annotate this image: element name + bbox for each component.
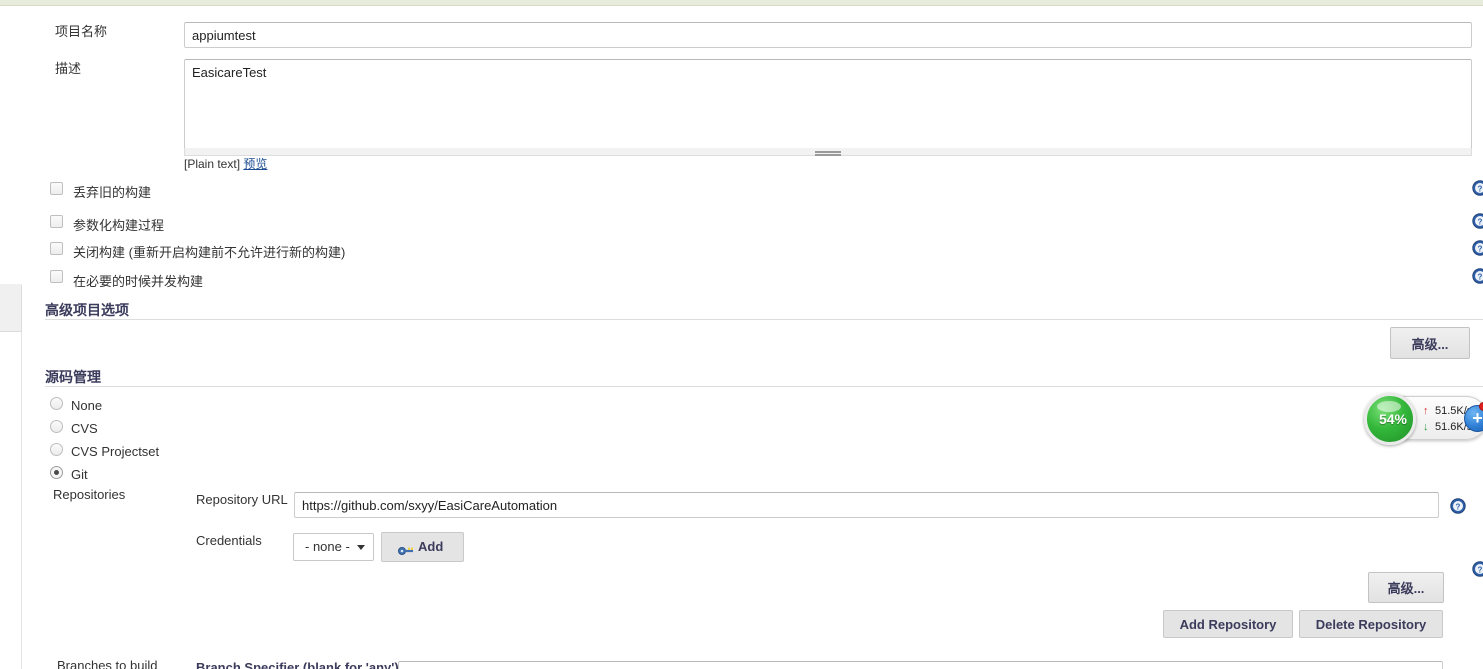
checkbox-label-disable-build: 关闭构建 (重新开启构建前不允许进行新的构建) (73, 245, 346, 260)
radio-label-scm-git: Git (71, 467, 88, 482)
preview-link[interactable]: 预览 (243, 157, 267, 171)
help-icon-disable-build[interactable]: ? (1472, 240, 1483, 256)
project-name-input[interactable] (184, 22, 1472, 48)
radio-scm-cvs[interactable] (50, 420, 63, 433)
help-icon-concurrent-builds[interactable]: ? (1472, 268, 1483, 284)
radio-label-scm-none: None (71, 398, 103, 413)
key-icon (398, 544, 414, 555)
chevron-down-icon (357, 545, 365, 550)
jenkins-job-config-page: 项目名称 描述 [Plain text] 预览 丢弃旧的构建 参数化构建过程 关… (0, 0, 1483, 669)
description-textarea[interactable] (184, 59, 1472, 149)
help-icon-parameterized-build[interactable]: ? (1472, 213, 1483, 229)
project-name-label: 项目名称 (55, 24, 108, 39)
repositories-label: Repositories (53, 487, 126, 502)
delete-repository-button[interactable]: Delete Repository (1299, 610, 1443, 638)
checkbox-label-discard-old-builds: 丢弃旧的构建 (73, 185, 152, 200)
network-speed-widget[interactable]: 54% ↑ 51.5K/s ↓ 51.6K/s + (1364, 393, 1483, 445)
svg-text:?: ? (1478, 245, 1483, 254)
help-icon-repository-url[interactable]: ? (1450, 498, 1466, 514)
description-resize-grip[interactable] (184, 148, 1472, 156)
progress-ball: 54% (1364, 393, 1416, 445)
section-title-advanced-project-options: 高级项目选项 (45, 302, 129, 318)
credentials-selected-value: - none - (305, 539, 350, 554)
progress-percent: 54% (1378, 411, 1408, 427)
section-rule-advanced (45, 319, 1483, 320)
svg-text:?: ? (1456, 503, 1461, 512)
branch-specifier-label: Branch Specifier (blank for 'any') (196, 660, 399, 669)
upload-arrow-icon: ↑ (1423, 405, 1429, 417)
description-markup-row: [Plain text] 预览 (184, 155, 267, 172)
add-credentials-button[interactable]: Add (381, 532, 464, 562)
repository-url-label: Repository URL (196, 492, 288, 507)
credentials-label: Credentials (196, 533, 262, 548)
markup-type-label: [Plain text] (184, 157, 241, 171)
checkbox-discard-old-builds[interactable] (50, 182, 63, 195)
sidebar-lower-stub (0, 332, 22, 669)
checkbox-parameterized-build[interactable] (50, 215, 63, 228)
radio-label-scm-cvs-projectset: CVS Projectset (71, 444, 160, 459)
svg-text:?: ? (1478, 218, 1483, 227)
sidebar-panel-stub (0, 284, 22, 332)
radio-scm-cvs-projectset[interactable] (50, 443, 63, 456)
advanced-project-options-button[interactable]: 高级... (1390, 327, 1470, 359)
download-arrow-icon: ↓ (1423, 421, 1429, 433)
radio-scm-none[interactable] (50, 397, 63, 410)
add-credentials-label: Add (418, 539, 444, 554)
add-repository-button[interactable]: Add Repository (1163, 610, 1293, 638)
section-rule-scm (45, 386, 1483, 387)
svg-text:?: ? (1478, 273, 1483, 282)
svg-text:?: ? (1478, 566, 1483, 575)
notification-badge-icon (1479, 402, 1483, 411)
section-title-source-code-management: 源码管理 (45, 369, 101, 385)
radio-label-scm-cvs: CVS (71, 421, 98, 436)
page-top-strip (0, 0, 1483, 6)
checkbox-concurrent-builds[interactable] (50, 270, 63, 283)
branch-specifier-input[interactable] (398, 661, 1443, 669)
help-icon-discard-old-builds[interactable]: ? (1472, 180, 1483, 196)
repository-url-input[interactable] (294, 492, 1439, 518)
checkbox-label-parameterized-build: 参数化构建过程 (73, 218, 165, 233)
radio-scm-git[interactable] (50, 466, 63, 479)
checkbox-label-concurrent-builds: 在必要的时候并发构建 (73, 274, 204, 289)
description-label: 描述 (55, 61, 82, 76)
scm-advanced-button[interactable]: 高级... (1368, 572, 1444, 603)
help-icon-scm-advanced[interactable]: ? (1472, 561, 1483, 577)
credentials-select[interactable]: - none - (293, 533, 374, 561)
branches-to-build-label: Branches to build (57, 658, 158, 669)
svg-text:?: ? (1478, 185, 1483, 194)
checkbox-disable-build[interactable] (50, 242, 63, 255)
